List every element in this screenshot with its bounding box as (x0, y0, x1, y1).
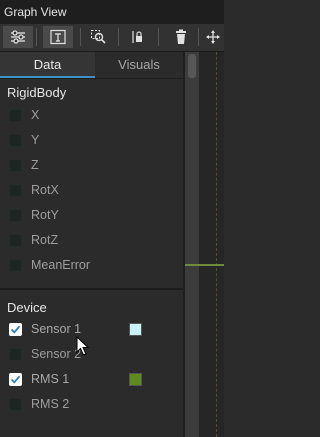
section-title-rigidbody: RigidBody (7, 85, 67, 100)
graph-area[interactable] (185, 52, 224, 437)
channel-label: RMS 2 (31, 397, 70, 411)
channel-row-sensor-2[interactable]: Sensor 2 (8, 345, 178, 365)
panel-tabs: Data Visuals (0, 52, 183, 79)
vertical-scrollbar[interactable] (185, 52, 199, 437)
active-tab-indicator (0, 76, 95, 78)
checkbox[interactable] (9, 259, 22, 272)
channel-label: Sensor 1 (31, 322, 82, 336)
move-icon[interactable] (202, 26, 224, 48)
checkbox[interactable] (9, 159, 22, 172)
channel-label: MeanError (31, 258, 91, 272)
checkbox[interactable] (9, 184, 22, 197)
tab-data[interactable]: Data (0, 52, 95, 78)
checkbox[interactable] (9, 134, 22, 147)
channel-row-z[interactable]: Z (8, 156, 178, 176)
checkbox-checked[interactable] (9, 323, 22, 336)
sliders-icon[interactable] (3, 26, 33, 48)
graph-trace (185, 264, 224, 266)
channel-label: RotY (31, 208, 59, 222)
channel-row-sensor-1[interactable]: Sensor 1 (8, 320, 178, 340)
checkbox[interactable] (9, 209, 22, 222)
channel-row-y[interactable]: Y (8, 131, 178, 151)
channel-row-meanerror[interactable]: MeanError (8, 256, 178, 276)
checkbox[interactable] (9, 398, 22, 411)
section-divider (0, 288, 183, 290)
time-marker-line (216, 52, 217, 437)
channel-label: RotZ (31, 233, 59, 247)
channel-label: RotX (31, 183, 59, 197)
channel-label: RMS 1 (31, 372, 70, 386)
color-swatch[interactable] (129, 323, 142, 336)
zoom-icon[interactable] (84, 26, 114, 48)
tab-visuals[interactable]: Visuals (95, 52, 183, 78)
window-title: Graph View (0, 0, 224, 24)
channel-row-x[interactable]: X (8, 106, 178, 126)
toolbar (0, 24, 224, 52)
text-cursor-icon[interactable] (43, 26, 73, 48)
checkbox[interactable] (9, 109, 22, 122)
scrollbar-thumb[interactable] (188, 54, 196, 78)
channel-row-rms-2[interactable]: RMS 2 (8, 395, 178, 415)
channel-label: X (31, 108, 40, 122)
channel-panel: Data Visuals RigidBody X Y Z RotX RotY R… (0, 52, 183, 437)
trash-icon[interactable] (166, 26, 196, 48)
checkbox[interactable] (9, 234, 22, 247)
lock-icon[interactable] (122, 26, 152, 48)
checkbox[interactable] (9, 348, 22, 361)
channel-row-rotz[interactable]: RotZ (8, 231, 178, 251)
channel-row-rotx[interactable]: RotX (8, 181, 178, 201)
channel-label: Y (31, 133, 40, 147)
channel-label: Sensor 2 (31, 347, 82, 361)
mouse-pointer-icon (76, 335, 90, 359)
channel-label: Z (31, 158, 39, 172)
channel-row-rms-1[interactable]: RMS 1 (8, 370, 178, 390)
channel-row-roty[interactable]: RotY (8, 206, 178, 226)
checkbox-checked[interactable] (9, 373, 22, 386)
section-title-device: Device (7, 300, 47, 315)
color-swatch[interactable] (129, 373, 142, 386)
